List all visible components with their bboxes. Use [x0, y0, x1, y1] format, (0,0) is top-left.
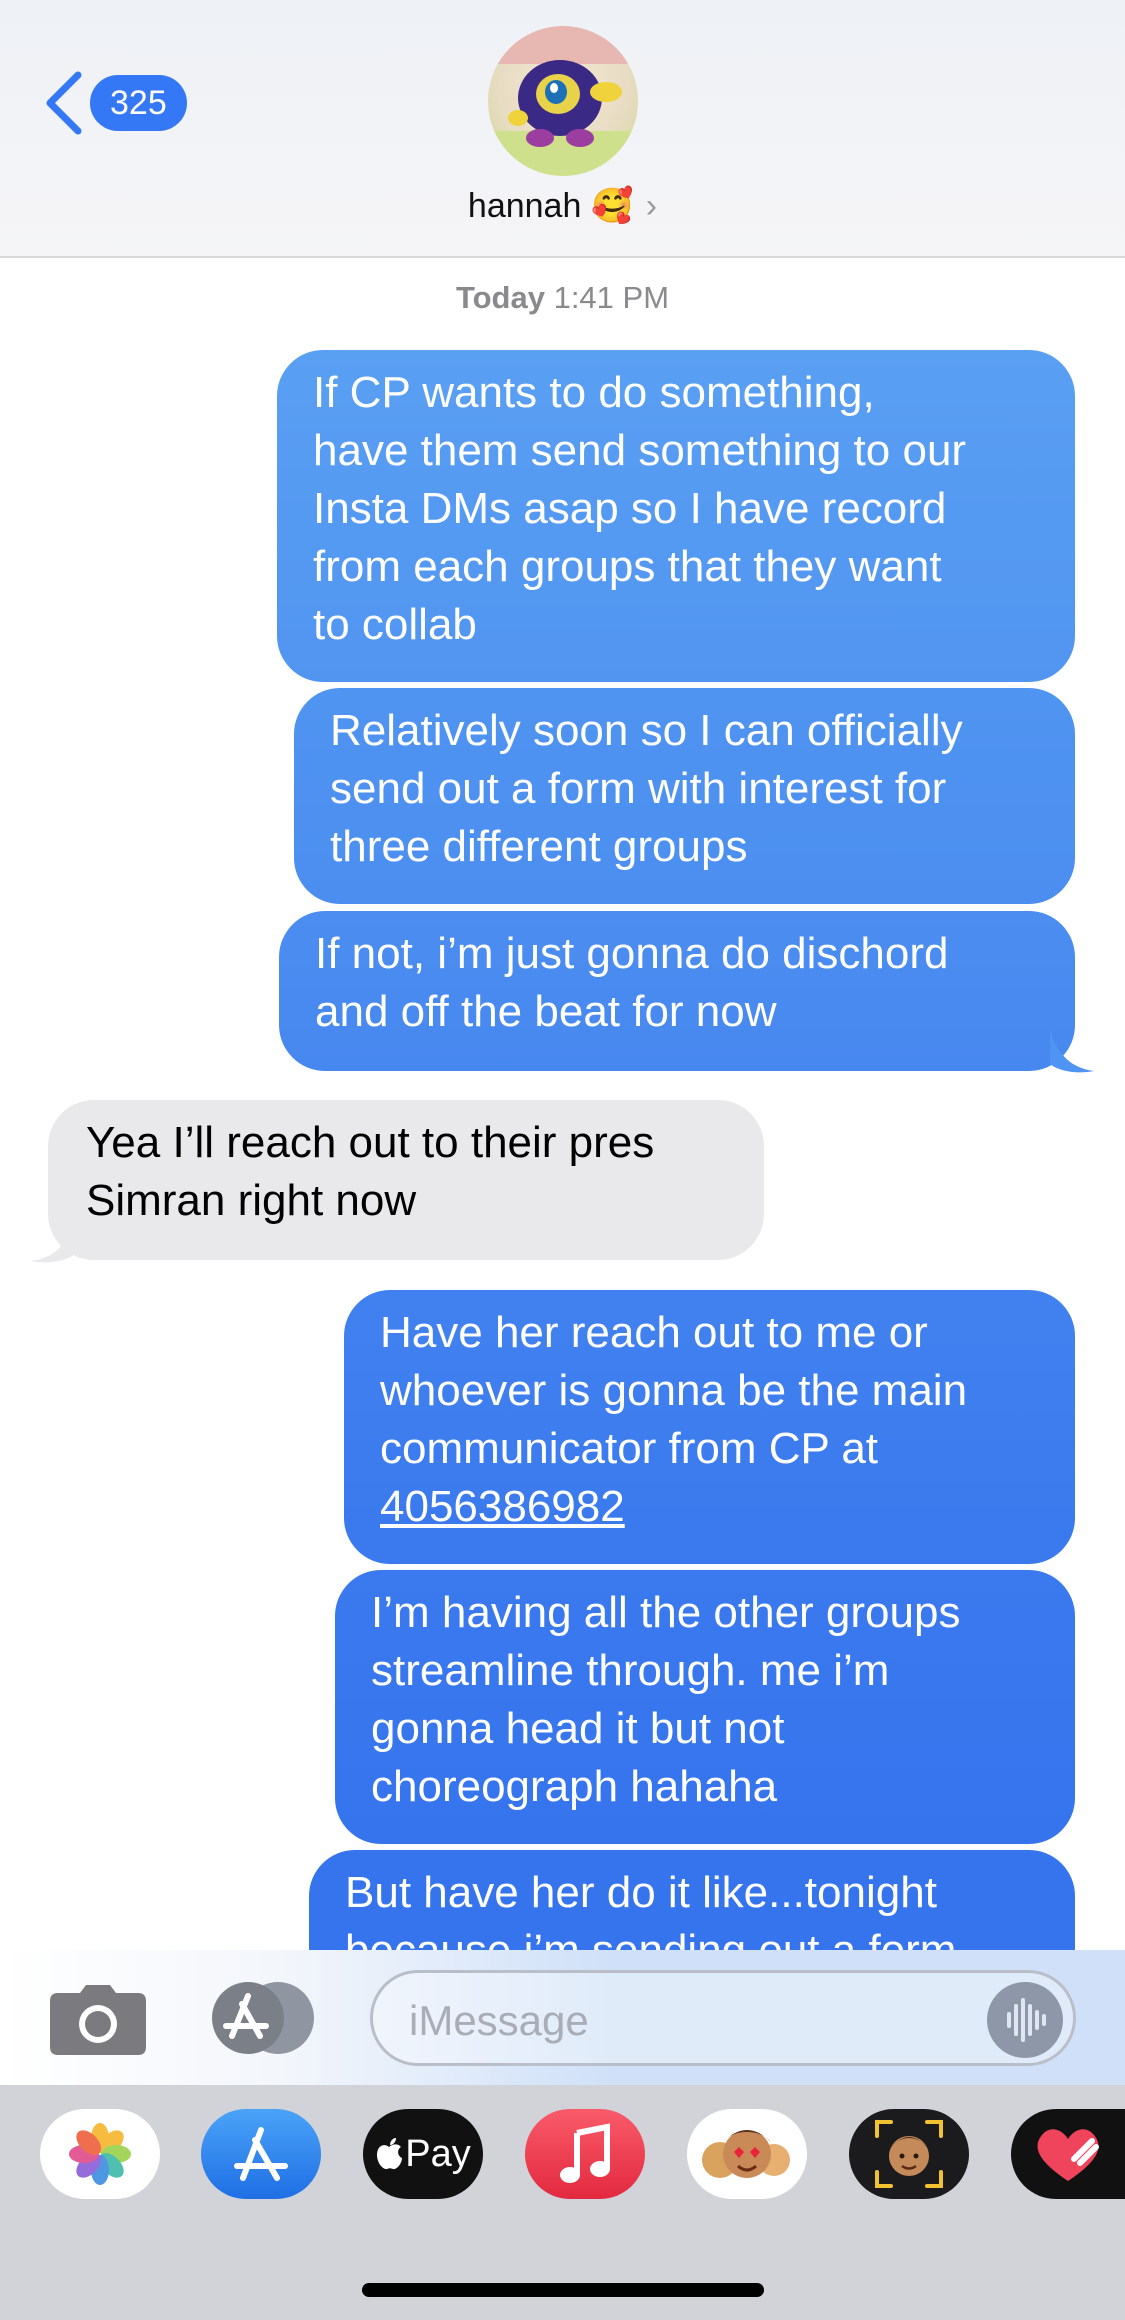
animoji-face-icon [875, 2120, 943, 2188]
imessage-text-field[interactable]: iMessage [370, 1970, 1076, 2066]
memoji-faces-icon [702, 2130, 790, 2178]
music-note-icon [560, 2123, 610, 2183]
waveform-icon [1007, 1998, 1046, 2042]
message-bubble-received[interactable]: Yea I’ll reach out to their pres Simran … [48, 1100, 764, 1260]
message-bubble-sent[interactable]: If not, i’m just gonna do dischord and o… [279, 911, 1075, 1071]
contact-emoji: 🥰 [591, 187, 634, 225]
animoji-app-icon[interactable] [849, 2109, 969, 2199]
message-bubble-sent[interactable]: Have her reach out to me or whoever is g… [344, 1290, 1075, 1564]
message-input-bar: iMessage [0, 1950, 1125, 2085]
message-bubble-sent[interactable]: Relatively soon so I can officially send… [294, 688, 1075, 904]
conversation-header: 325 hannah 🥰 › [0, 0, 1125, 258]
contact-avatar[interactable] [488, 26, 638, 176]
heart-hand-icon [1037, 2129, 1099, 2181]
home-indicator[interactable] [362, 2283, 764, 2297]
bubble-tail-received [31, 1220, 75, 1263]
message-line: If CP wants to do something, [313, 368, 875, 417]
contact-name: hannah [467, 186, 582, 225]
message-bubble-sent[interactable]: I’m having all the other groups streamli… [335, 1570, 1075, 1844]
message-line: communicator from CP at [380, 1424, 879, 1473]
app-store-glyph-icon [234, 2127, 288, 2181]
chevron-left-icon [46, 71, 82, 135]
message-line: Have her reach out to me or [380, 1308, 928, 1357]
message-line: Insta DMs asap so I have record [313, 484, 947, 533]
camera-icon[interactable] [50, 1985, 146, 2055]
phone-number-link[interactable]: 4056386982 [380, 1478, 1039, 1536]
music-app-icon[interactable] [525, 2109, 645, 2199]
message-line: If not, i’m just gonna do dischord [315, 929, 949, 978]
chevron-right-icon: › [645, 186, 658, 225]
apple-pay-label: Pay [405, 2132, 471, 2175]
app-store-app-icon[interactable] [201, 2109, 321, 2199]
memoji-stickers-app-icon[interactable] [687, 2109, 807, 2199]
message-line: have them send something to our [313, 426, 967, 475]
message-line: to collab [313, 600, 477, 649]
message-line: But have her do it like...tonight [345, 1868, 937, 1917]
message-line: I’m having all the other groups [371, 1588, 961, 1637]
message-line: Relatively soon so I can officially [330, 706, 963, 755]
timestamp-day: Today [455, 280, 545, 315]
message-line: Yea I’ll reach out to their pres [86, 1118, 655, 1167]
avatar-image [488, 26, 638, 176]
messages-screen: 325 hannah 🥰 › Today 1:41 PM If CP wants… [0, 0, 1125, 2320]
photos-flower-icon [69, 2123, 131, 2185]
message-line: from each groups that they want [313, 542, 942, 591]
message-line: send out a form with interest for [330, 764, 947, 813]
apple-pay-app-icon[interactable]: Pay [363, 2109, 483, 2199]
photos-app-icon[interactable] [40, 2109, 160, 2199]
message-line: choreograph hahaha [371, 1762, 778, 1811]
message-timestamp: Today 1:41 PM [0, 280, 1125, 316]
imessage-app-drawer: Pay [0, 2085, 1125, 2320]
imessage-placeholder: iMessage [409, 1997, 589, 2044]
back-button[interactable]: 325 [44, 70, 194, 136]
audio-message-button[interactable] [987, 1982, 1063, 2058]
timestamp-time: 1:41 PM [553, 280, 670, 315]
message-bubble-sent[interactable]: If CP wants to do something, have them s… [277, 350, 1075, 682]
bubble-tail-sent [1050, 1030, 1094, 1073]
message-line: three different groups [330, 822, 748, 871]
message-line: streamline through. me i’m [371, 1646, 890, 1695]
message-line: Simran right now [86, 1176, 417, 1225]
message-line: whoever is gonna be the main [380, 1366, 968, 1415]
digital-touch-app-icon[interactable] [1011, 2109, 1125, 2199]
contact-name-row[interactable]: hannah 🥰 › [0, 186, 1125, 226]
app-store-icon[interactable] [210, 1980, 316, 2056]
message-line: gonna head it but not [371, 1704, 785, 1753]
unread-count-badge: 325 [90, 75, 187, 131]
message-line: and off the beat for now [315, 987, 777, 1036]
apple-logo-icon [377, 2138, 403, 2170]
